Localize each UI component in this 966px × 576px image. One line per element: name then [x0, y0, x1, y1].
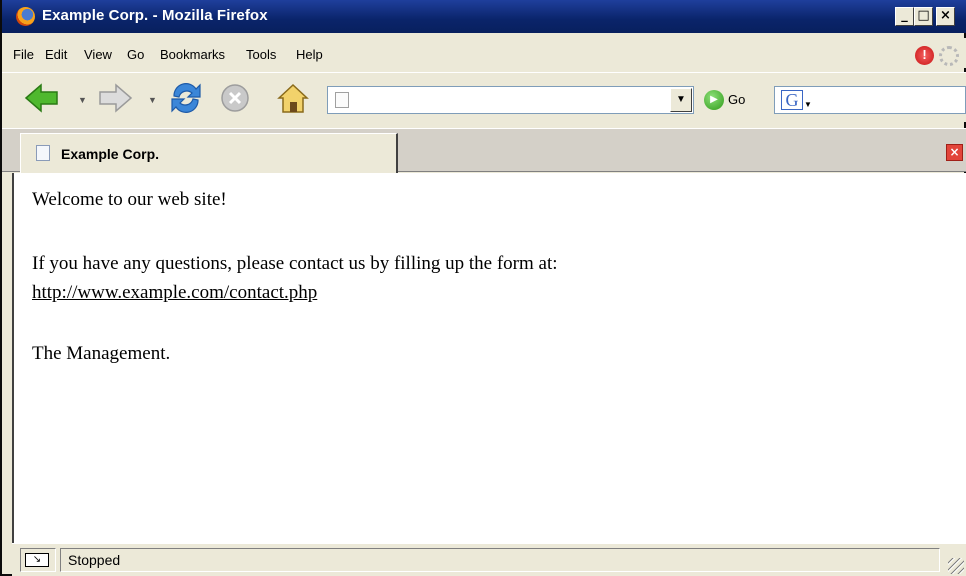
reload-icon[interactable]	[166, 80, 206, 116]
search-input[interactable]	[817, 90, 962, 110]
tab-strip: Example Corp. ×	[2, 128, 966, 173]
resize-grip-icon[interactable]	[948, 558, 964, 574]
menu-edit[interactable]: Edit	[45, 47, 67, 62]
menu-file[interactable]: File	[13, 47, 34, 62]
page-icon	[335, 92, 349, 108]
search-engine-dropdown[interactable]: ▼	[804, 100, 812, 109]
menu-tools[interactable]: Tools	[246, 47, 276, 62]
url-history-dropdown[interactable]: ▼	[670, 88, 692, 112]
forward-arrow-icon[interactable]	[97, 80, 133, 116]
home-icon[interactable]	[275, 80, 311, 116]
navigation-toolbar: ▼ ▼ ▼ ▶ Go G ▼	[2, 72, 966, 122]
tab-label: Example Corp.	[61, 146, 160, 162]
status-text-panel: Stopped	[60, 548, 940, 572]
window-title: Example Corp. - Mozilla Firefox	[42, 7, 268, 24]
status-text: Stopped	[68, 552, 121, 568]
menu-bookmarks[interactable]: Bookmarks	[160, 47, 225, 62]
menu-help[interactable]: Help	[296, 47, 323, 62]
browser-window: Example Corp. - Mozilla Firefox _ □ × Fi…	[0, 0, 966, 576]
welcome-text: Welcome to our web site!	[32, 189, 227, 210]
back-arrow-icon[interactable]	[24, 80, 60, 116]
menu-view[interactable]: View	[84, 47, 112, 62]
questions-text: If you have any questions, please contac…	[32, 253, 558, 274]
contact-link[interactable]: http://www.example.com/contact.php	[32, 282, 317, 304]
search-bar[interactable]: G ▼	[774, 86, 966, 114]
maximize-button[interactable]: □	[914, 7, 933, 26]
url-input[interactable]	[354, 90, 669, 110]
google-icon[interactable]: G	[781, 90, 803, 110]
page-icon	[36, 145, 50, 161]
offline-icon: ↘	[25, 553, 49, 567]
status-bar: ↘ Stopped	[12, 543, 966, 576]
stop-icon[interactable]	[219, 80, 251, 116]
menu-go[interactable]: Go	[127, 47, 144, 62]
minimize-button[interactable]: _	[895, 7, 914, 26]
menu-bar: File Edit View Go Bookmarks Tools Help !	[2, 38, 966, 68]
throbber-icon	[939, 46, 959, 66]
go-label: Go	[728, 92, 746, 107]
close-window-button[interactable]: ×	[936, 7, 955, 26]
page-content: Welcome to our web site! If you have any…	[12, 173, 966, 543]
forward-history-dropdown[interactable]: ▼	[148, 95, 157, 105]
close-tab-icon[interactable]: ×	[946, 144, 963, 161]
update-alert-icon[interactable]: !	[915, 46, 934, 65]
address-bar[interactable]: ▼	[327, 86, 694, 114]
tab-example-corp[interactable]: Example Corp.	[20, 133, 398, 173]
go-icon: ▶	[704, 90, 724, 110]
connection-status: ↘	[20, 548, 56, 572]
signoff-text: The Management.	[32, 343, 171, 364]
back-history-dropdown[interactable]: ▼	[78, 95, 87, 105]
firefox-logo-icon	[16, 7, 35, 26]
title-bar[interactable]: Example Corp. - Mozilla Firefox _ □ ×	[2, 0, 966, 33]
